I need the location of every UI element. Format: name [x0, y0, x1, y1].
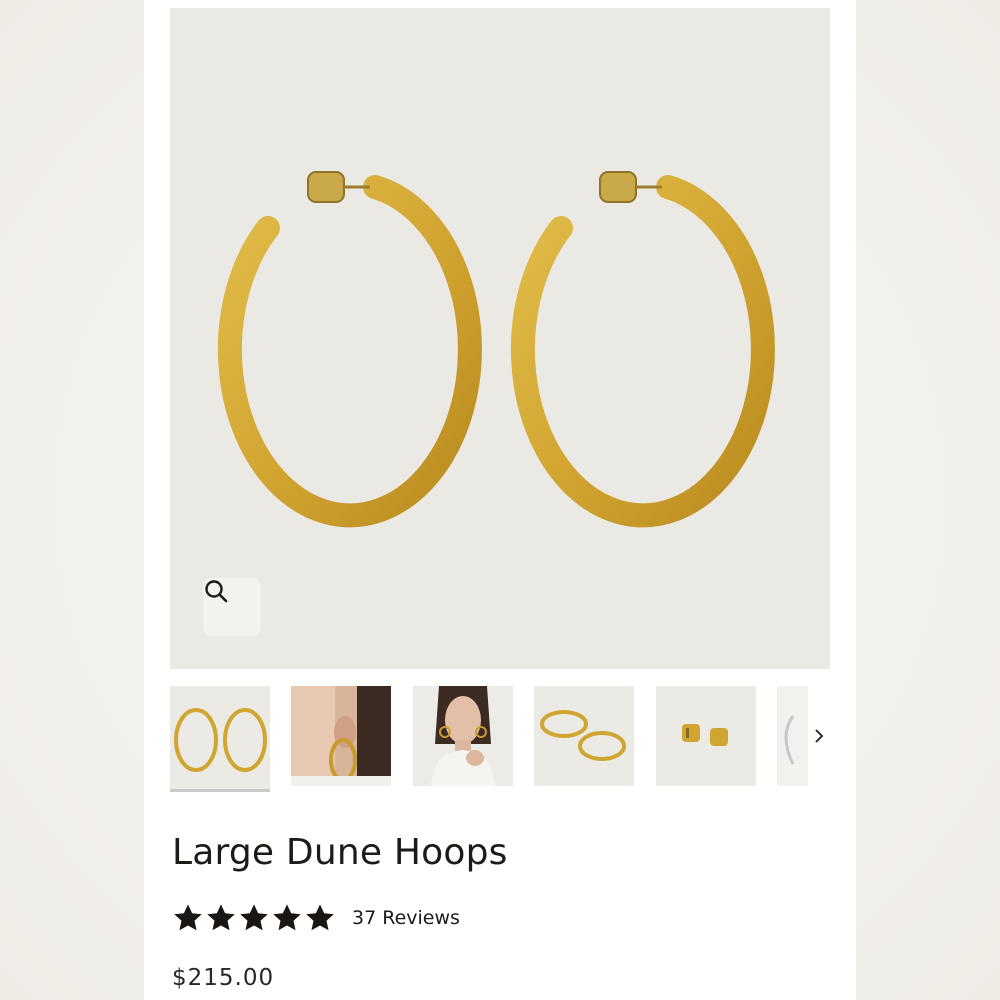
thumb-earring-backs[interactable]: [656, 686, 756, 786]
product-rating: 37 Reviews: [172, 902, 460, 934]
thumbnail-strip: [170, 686, 830, 794]
thumb-partial[interactable]: [777, 686, 808, 786]
product-title: Large Dune Hoops: [172, 832, 508, 873]
product-card: Large Dune Hoops 37 Reviews $215.00: [144, 0, 856, 1000]
left-hoop: [217, 175, 482, 528]
left-earring-back: [307, 171, 345, 203]
thumb-portrait-model[interactable]: [413, 686, 513, 786]
main-product-image[interactable]: [170, 8, 830, 669]
star-icon: [273, 904, 301, 931]
star-icon: [207, 904, 235, 931]
search-icon: [205, 580, 228, 603]
thumbnails-next-button[interactable]: [808, 722, 830, 750]
thumb-ear-model[interactable]: [291, 686, 391, 786]
star-icon: [240, 904, 268, 931]
star-icon: [174, 904, 202, 931]
reviews-link[interactable]: 37 Reviews: [352, 907, 460, 929]
star-icon: [306, 904, 334, 931]
thumb-hoops-flat[interactable]: [534, 686, 634, 786]
chevron-right-icon: [815, 729, 824, 743]
star-rating: [172, 902, 336, 934]
hoop-earrings-illustration: [217, 171, 775, 528]
right-earring-back: [599, 171, 637, 203]
product-price: $215.00: [172, 965, 275, 991]
thumb-hoops-front[interactable]: [170, 686, 270, 792]
zoom-button[interactable]: [203, 578, 261, 636]
right-hoop: [510, 175, 775, 528]
